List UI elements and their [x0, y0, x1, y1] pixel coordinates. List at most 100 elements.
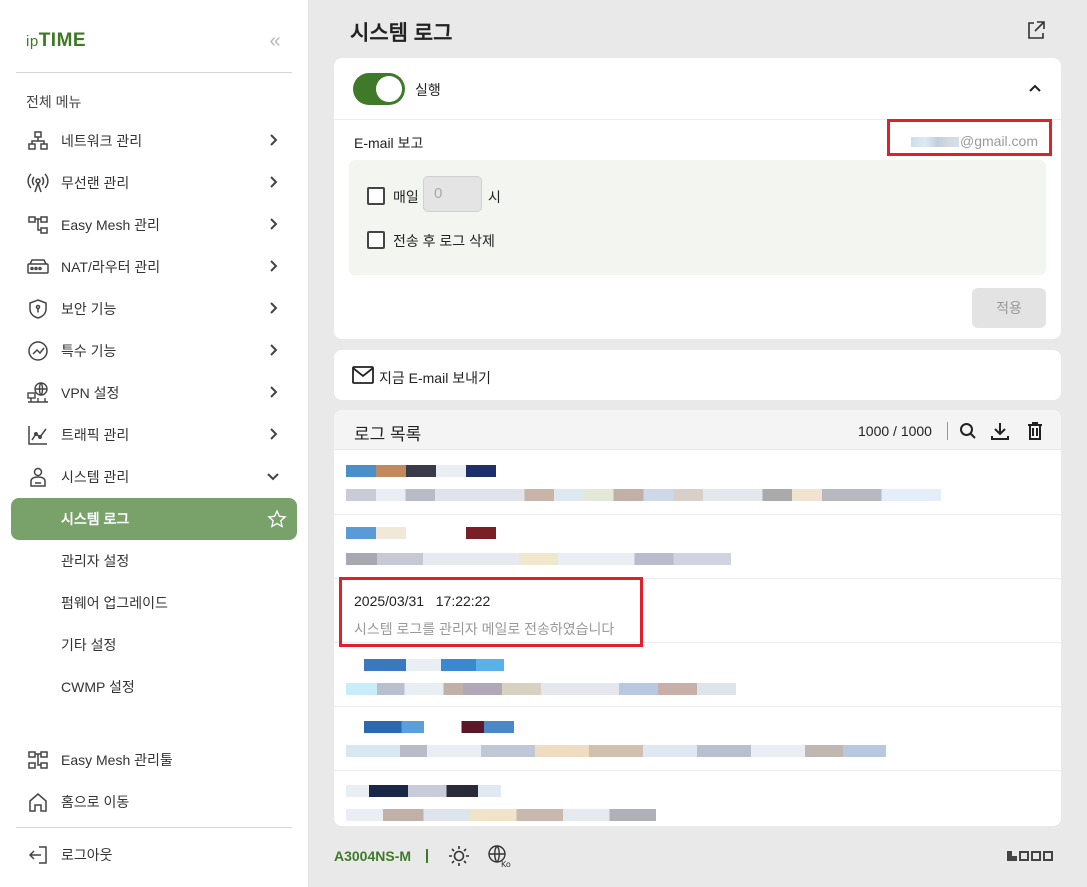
vpn-icon — [26, 381, 50, 405]
share-icon[interactable] — [1025, 19, 1047, 41]
collapse-sidebar-icon[interactable]: « — [264, 30, 286, 52]
sidebar-subitem-label: 펌웨어 업그레이드 — [61, 595, 168, 611]
network-icon — [26, 129, 50, 153]
sidebar-bottom-links: Easy Mesh 관리툴 홈으로 이동 — [0, 739, 309, 823]
daily-checkbox[interactable] — [367, 187, 385, 205]
logout-item[interactable]: 로그아웃 — [0, 834, 309, 876]
obscured-log-date — [364, 659, 504, 671]
router-icon — [26, 255, 50, 279]
log-list-title: 로그 목록 — [354, 425, 422, 444]
sidebar-item-label: 네트워크 관리 — [61, 133, 143, 149]
sidebar-subitem-system-log[interactable]: 시스템 로그 — [11, 498, 297, 540]
hour-input[interactable]: 0 — [423, 176, 482, 212]
log-row — [334, 771, 1061, 826]
email-highlight-box — [887, 119, 1052, 156]
chevron-down-icon — [267, 473, 279, 481]
sidebar-item-easymesh[interactable]: Easy Mesh 관리 — [0, 204, 309, 246]
easymesh-tool-label: Easy Mesh 관리툴 — [61, 752, 173, 768]
obscured-log-message — [346, 809, 656, 821]
sidebar-subitem-firmware[interactable]: 펌웨어 업그레이드 — [0, 582, 309, 624]
obscured-log-date — [346, 465, 496, 477]
log-row — [334, 707, 1061, 771]
home-link[interactable]: 홈으로 이동 — [0, 781, 309, 823]
log-list-header: 로그 목록 1000 / 1000 — [334, 410, 1061, 450]
send-email-now-button[interactable]: 지금 E-mail 보내기 — [379, 368, 491, 388]
log-highlight-box — [339, 577, 643, 647]
settings-card: 실행 E-mail 보고 @gmail.com 매일 0 시 전송 후 로그 삭… — [334, 58, 1061, 339]
log-list-card: 로그 목록 1000 / 1000 2025/03/31 17:22:22 시스… — [334, 410, 1061, 826]
sidebar-subitem-label: 관리자 설정 — [61, 553, 130, 569]
traffic-icon — [26, 423, 50, 447]
sun-icon[interactable] — [447, 844, 471, 868]
search-icon[interactable] — [958, 421, 978, 441]
obscured-log-message — [346, 553, 731, 565]
sidebar-item-nat[interactable]: NAT/라우터 관리 — [0, 246, 309, 288]
header-separator — [947, 422, 948, 440]
chevron-right-icon — [270, 344, 278, 356]
page-title: 시스템 로그 — [350, 22, 453, 45]
home-icon — [26, 790, 50, 814]
trash-icon[interactable] — [1025, 421, 1045, 441]
sidebar-item-wireless[interactable]: 무선랜 관리 — [0, 162, 309, 204]
sidebar-item-vpn[interactable]: VPN 설정 — [0, 372, 309, 414]
chevron-right-icon — [270, 260, 278, 272]
delete-after-send-checkbox[interactable] — [367, 231, 385, 249]
obscured-log-date — [346, 527, 496, 539]
sidebar-item-traffic[interactable]: 트래픽 관리 — [0, 414, 309, 456]
footer-separator — [426, 849, 428, 863]
logout-link[interactable]: 로그아웃 — [0, 834, 309, 876]
sidebar-item-system[interactable]: 시스템 관리 — [0, 456, 309, 498]
sidebar-subitem-admin[interactable]: 관리자 설정 — [0, 540, 309, 582]
menu-title: 전체 메뉴 — [26, 94, 82, 110]
run-label: 실행 — [415, 82, 441, 98]
delete-after-send-label: 전송 후 로그 삭제 — [393, 233, 495, 249]
sidebar-divider — [16, 72, 292, 73]
sidebar-item-network[interactable]: 네트워크 관리 — [0, 120, 309, 162]
log-row — [334, 451, 1061, 515]
hour-unit-label: 시 — [488, 189, 501, 205]
run-toggle[interactable] — [353, 73, 405, 105]
sidebar-item-label: 보안 기능 — [61, 301, 117, 317]
mesh-tool-icon — [26, 748, 50, 772]
chevron-right-icon — [270, 134, 278, 146]
obscured-log-message — [346, 745, 886, 757]
sidebar-subitem-cwmp[interactable]: CWMP 설정 — [0, 666, 309, 708]
sidebar-item-label: 트래픽 관리 — [61, 427, 130, 443]
sidebar-item-label: Easy Mesh 관리 — [61, 217, 160, 233]
chevron-up-icon[interactable] — [1027, 80, 1043, 96]
home-label: 홈으로 이동 — [61, 794, 130, 810]
sidebar-subitem-label: 기타 설정 — [61, 637, 117, 653]
chevron-right-icon — [270, 386, 278, 398]
sidebar-subitem-etc[interactable]: 기타 설정 — [0, 624, 309, 666]
log-count: 1000 / 1000 — [858, 423, 932, 439]
sidebar-item-label: 특수 기능 — [61, 343, 117, 359]
email-report-label: E-mail 보고 — [354, 135, 424, 151]
logout-label: 로그아웃 — [61, 847, 113, 863]
wireless-icon — [26, 171, 50, 195]
report-options-box: 매일 0 시 전송 후 로그 삭제 — [349, 160, 1046, 275]
chevron-right-icon — [270, 302, 278, 314]
iptime-logo[interactable]: ipTIME — [26, 30, 86, 52]
language-globe-icon[interactable]: Ko — [487, 844, 511, 868]
sidebar-item-special[interactable]: 특수 기능 — [0, 330, 309, 372]
log-row — [334, 643, 1061, 707]
sidebar-subitem-label: CWMP 설정 — [61, 679, 135, 695]
easymesh-tool-link[interactable]: Easy Mesh 관리툴 — [0, 739, 309, 781]
sidebar-item-label: 시스템 관리 — [61, 469, 130, 485]
mail-icon — [352, 366, 374, 384]
apply-button[interactable]: 적용 — [972, 288, 1046, 328]
layout-grid-icon[interactable] — [1006, 850, 1060, 862]
shield-icon — [26, 297, 50, 321]
star-icon[interactable] — [267, 509, 287, 529]
daily-label: 매일 — [393, 189, 419, 205]
chevron-right-icon — [270, 428, 278, 440]
sidebar-item-security[interactable]: 보안 기능 — [0, 288, 309, 330]
send-now-card[interactable]: 지금 E-mail 보내기 — [334, 350, 1061, 400]
obscured-log-date — [364, 721, 514, 733]
main-content: 시스템 로그 실행 E-mail 보고 @gmail.com 매일 0 시 전송… — [309, 0, 1087, 887]
sidebar: ipTIME « 전체 메뉴 네트워크 관리 무선랜 관리 Easy Mesh … — [0, 0, 309, 887]
mesh-icon — [26, 213, 50, 237]
obscured-log-message — [346, 489, 941, 501]
svg-text:Ko: Ko — [501, 860, 511, 868]
download-icon[interactable] — [990, 421, 1010, 441]
